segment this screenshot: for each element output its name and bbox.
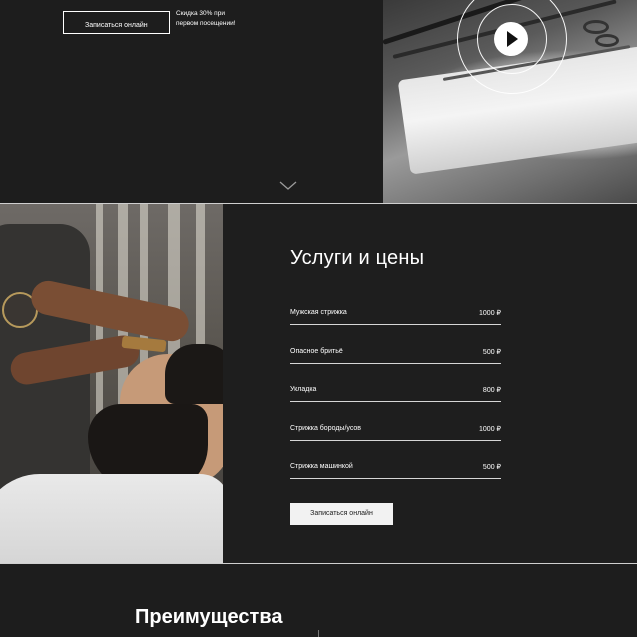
advantages-section: Преимущества xyxy=(0,564,637,637)
service-name: Укладка xyxy=(290,386,317,393)
barber-photo xyxy=(0,204,223,563)
price-row: Стрижка бороды/усов 1000 ₽ xyxy=(290,416,501,455)
services-title: Услуги и цены xyxy=(290,247,425,269)
service-price: 800 ₽ xyxy=(482,387,501,394)
row-divider xyxy=(290,324,501,325)
price-row: Укладка 800 ₽ xyxy=(290,377,501,416)
price-list: Мужская стрижка 1000 ₽ Опасное бритьё 50… xyxy=(290,300,501,493)
service-price: 1000 ₽ xyxy=(479,310,501,317)
hero-book-online-button[interactable]: Записаться онлайн xyxy=(63,11,170,34)
scissors-ring-shape xyxy=(595,34,619,47)
hero-section: Записаться онлайн Скидка 30% при первом … xyxy=(0,0,637,203)
client-hair xyxy=(165,344,223,404)
row-divider xyxy=(290,362,501,364)
play-icon xyxy=(507,31,518,47)
row-divider xyxy=(290,478,501,479)
row-divider xyxy=(290,401,501,402)
hero-promo-text: Скидка 30% при первом посещении! xyxy=(176,10,236,27)
row-divider xyxy=(290,439,501,441)
service-name: Опасное бритьё xyxy=(290,347,343,355)
services-book-online-button[interactable]: Записаться онлайн xyxy=(290,503,393,525)
advantages-divider-tick xyxy=(318,630,319,637)
chevron-down-icon[interactable] xyxy=(279,181,297,191)
hero-video-thumbnail[interactable] xyxy=(383,0,637,203)
service-price: 500 ₽ xyxy=(482,464,501,471)
hero-left-panel: Записаться онлайн Скидка 30% при первом … xyxy=(0,0,383,203)
service-price: 1000 ₽ xyxy=(479,425,501,433)
play-button[interactable] xyxy=(494,22,528,56)
service-name: Стрижка бороды/усов xyxy=(290,424,362,432)
service-name: Стрижка машинкой xyxy=(290,463,353,470)
advantages-title: Преимущества xyxy=(135,606,283,628)
client-cape xyxy=(0,474,223,563)
services-section: Услуги и цены Мужская стрижка 1000 ₽ Опа… xyxy=(0,204,637,563)
price-row: Стрижка машинкой 500 ₽ xyxy=(290,454,501,493)
service-name: Мужская стрижка xyxy=(290,309,347,316)
scissors-ring-shape xyxy=(583,20,609,34)
price-row: Опасное бритьё 500 ₽ xyxy=(290,339,501,378)
price-row: Мужская стрижка 1000 ₽ xyxy=(290,300,501,339)
service-price: 500 ₽ xyxy=(482,348,501,356)
